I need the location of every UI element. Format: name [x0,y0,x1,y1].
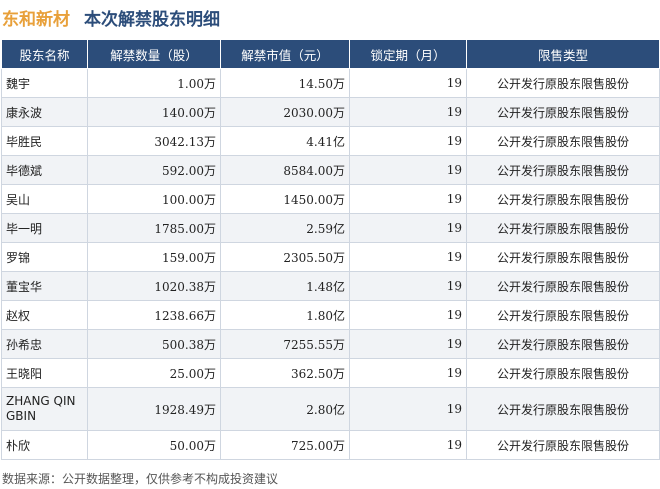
table-row: 孙希忠 500.38万 7255.55万 19 公开发行原股东限售股份 [1,329,660,359]
page-title: 本次解禁股东明细 [84,9,220,30]
lock-period-cell: 19 [349,68,467,98]
data-source-note: 数据来源：公开数据整理，仅供参考不构成投资建议 [2,472,279,486]
unlock-value-cell: 725.00万 [220,430,350,460]
unlock-qty-cell: 500.38万 [87,329,221,359]
unlock-value-cell: 1450.00万 [220,184,350,214]
table-body: 魏宇 1.00万 14.50万 19 公开发行原股东限售股份 康永波 140.00万 2030… [1,68,660,460]
unlock-value-cell: 4.41亿 [220,126,350,156]
unlock-value-cell: 2.59亿 [220,213,350,243]
shareholder-name-cell: 毕胜民 [1,126,88,156]
table-row: 康永波 140.00万 2030.00万 19 公开发行原股东限售股份 [1,97,660,127]
shareholder-name-cell: 毕德斌 [1,155,88,185]
lock-period-cell: 19 [349,329,467,359]
shareholder-name-cell: 赵权 [1,300,88,330]
unlock-value-cell: 7255.55万 [220,329,350,359]
unlock-value-cell: 1.48亿 [220,271,350,301]
lock-period-cell: 19 [349,242,467,272]
table-row: 毕胜民 3042.13万 4.41亿 19 公开发行原股东限售股份 [1,126,660,156]
shareholder-name-cell: 罗锦 [1,242,88,272]
restriction-type-cell: 公开发行原股东限售股份 [466,329,660,359]
unlock-qty-cell: 100.00万 [87,184,221,214]
unlock-value-cell: 8584.00万 [220,155,350,185]
restriction-type-cell: 公开发行原股东限售股份 [466,300,660,330]
lock-period-cell: 19 [349,184,467,214]
table-row: 赵权 1238.66万 1.80亿 19 公开发行原股东限售股份 [1,300,660,330]
shareholder-name-cell: 孙希忠 [1,329,88,359]
lock-period-cell: 19 [349,271,467,301]
unlock-value-cell: 2030.00万 [220,97,350,127]
restriction-type-cell: 公开发行原股东限售股份 [466,68,660,98]
lock-period-cell: 19 [349,430,467,460]
unlock-qty-cell: 1785.00万 [87,213,221,243]
unlock-qty-cell: 1928.49万 [87,387,221,431]
unlock-qty-cell: 25.00万 [87,358,221,388]
restriction-type-cell: 公开发行原股东限售股份 [466,155,660,185]
shareholder-name-cell: 董宝华 [1,271,88,301]
table-row: 董宝华 1020.38万 1.48亿 19 公开发行原股东限售股份 [1,271,660,301]
unlock-qty-cell: 1238.66万 [87,300,221,330]
unlock-qty-cell: 140.00万 [87,97,221,127]
unlock-qty-cell: 592.00万 [87,155,221,185]
shareholder-name-cell: 王晓阳 [1,358,88,388]
unlock-qty-cell: 1020.38万 [87,271,221,301]
table-row: 罗锦 159.00万 2305.50万 19 公开发行原股东限售股份 [1,242,660,272]
shareholder-name-cell: 魏宇 [1,68,88,98]
unlock-value-cell: 2305.50万 [220,242,350,272]
table-row: 魏宇 1.00万 14.50万 19 公开发行原股东限售股份 [1,68,660,98]
unlock-qty-cell: 3042.13万 [87,126,221,156]
restriction-type-cell: 公开发行原股东限售股份 [466,97,660,127]
column-header-qty: 解禁数量（股） [87,39,221,69]
restriction-type-cell: 公开发行原股东限售股份 [466,387,660,431]
restriction-type-cell: 公开发行原股东限售股份 [466,358,660,388]
column-header-lock: 锁定期（月） [349,39,467,69]
shareholder-name-cell: 吴山 [1,184,88,214]
column-header-value: 解禁市值（元） [220,39,350,69]
unlock-qty-cell: 1.00万 [87,68,221,98]
shareholder-name-cell: 康永波 [1,97,88,127]
shareholder-name-cell: 毕一明 [1,213,88,243]
unlock-table: 股东名称 解禁数量（股） 解禁市值（元） 锁定期（月） 限售类型 魏宇 1.00万… [1,39,660,460]
unlock-value-cell: 14.50万 [220,68,350,98]
lock-period-cell: 19 [349,300,467,330]
lock-period-cell: 19 [349,387,467,431]
table-row: 王晓阳 25.00万 362.50万 19 公开发行原股东限售股份 [1,358,660,388]
unlock-value-cell: 362.50万 [220,358,350,388]
table-row: ZHANG QINGBIN 1928.49万 2.80亿 19 公开发行原股东限售股份 [1,387,660,431]
table-row: 吴山 100.00万 1450.00万 19 公开发行原股东限售股份 [1,184,660,214]
unlock-qty-cell: 159.00万 [87,242,221,272]
table-row: 朴欣 50.00万 725.00万 19 公开发行原股东限售股份 [1,430,660,460]
unlock-value-cell: 2.80亿 [220,387,350,431]
table-row: 毕一明 1785.00万 2.59亿 19 公开发行原股东限售股份 [1,213,660,243]
company-name: 东和新材 [2,9,70,30]
title-bar: 东和新材 本次解禁股东明细 [0,0,660,34]
column-header-type: 限售类型 [466,39,660,69]
lock-period-cell: 19 [349,97,467,127]
column-header-name: 股东名称 [1,39,88,69]
unlock-value-cell: 1.80亿 [220,300,350,330]
restriction-type-cell: 公开发行原股东限售股份 [466,242,660,272]
shareholder-name-cell: 朴欣 [1,430,88,460]
restriction-type-cell: 公开发行原股东限售股份 [466,126,660,156]
lock-period-cell: 19 [349,155,467,185]
table-header-row: 股东名称 解禁数量（股） 解禁市值（元） 锁定期（月） 限售类型 [1,39,660,69]
lock-period-cell: 19 [349,358,467,388]
unlock-qty-cell: 50.00万 [87,430,221,460]
restriction-type-cell: 公开发行原股东限售股份 [466,430,660,460]
shareholder-name-cell: ZHANG QINGBIN [1,387,88,431]
restriction-type-cell: 公开发行原股东限售股份 [466,184,660,214]
restriction-type-cell: 公开发行原股东限售股份 [466,271,660,301]
lock-period-cell: 19 [349,213,467,243]
restriction-type-cell: 公开发行原股东限售股份 [466,213,660,243]
table-row: 毕德斌 592.00万 8584.00万 19 公开发行原股东限售股份 [1,155,660,185]
lock-period-cell: 19 [349,126,467,156]
